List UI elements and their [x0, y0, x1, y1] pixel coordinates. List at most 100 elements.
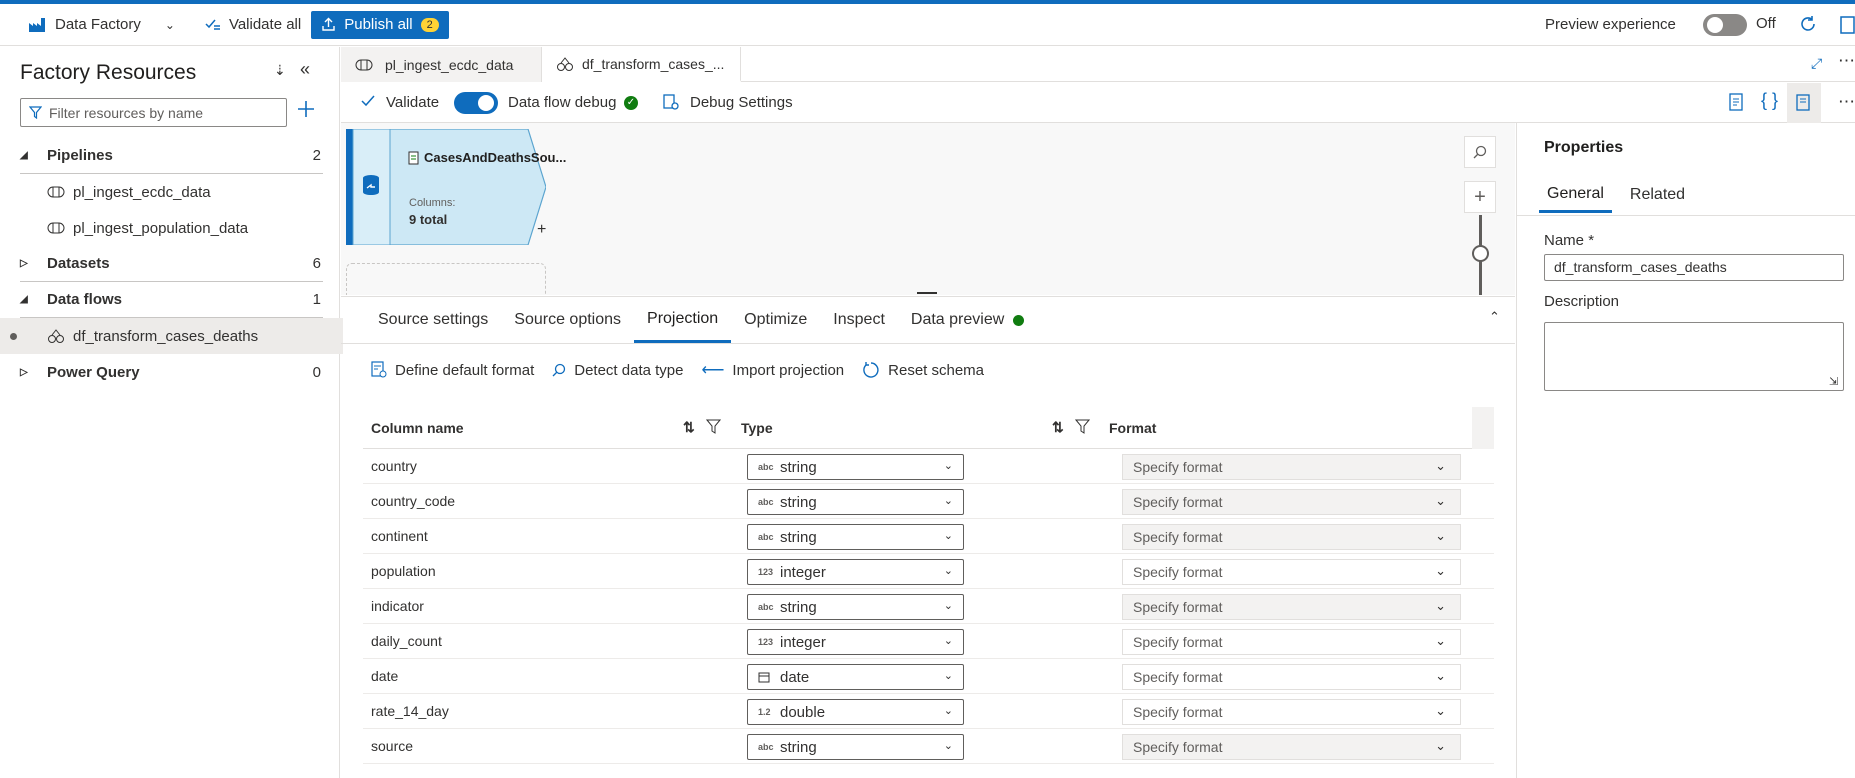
- node-type-icon: [408, 151, 419, 165]
- properties-pane-icon[interactable]: [1787, 83, 1821, 123]
- clipboard-icon[interactable]: [1840, 14, 1855, 34]
- name-label: Name *: [1544, 232, 1594, 249]
- preview-experience-toggle[interactable]: [1703, 14, 1747, 36]
- dataflow-label: df_transform_cases_deaths: [73, 327, 259, 345]
- upload-icon: [321, 17, 336, 32]
- format-dropdown[interactable]: Specify format ⌄: [1122, 699, 1461, 725]
- dataflow-canvas[interactable]: CasesAndDeathsSou... Columns: 9 total + …: [341, 123, 1515, 295]
- name-input[interactable]: df_transform_cases_deaths: [1544, 254, 1844, 281]
- format-dropdown: Specify format ⌄: [1122, 454, 1461, 480]
- tab-data-preview[interactable]: Data preview: [898, 297, 1037, 343]
- pipeline-icon: [47, 186, 65, 198]
- reset-schema-button[interactable]: Reset schema: [862, 361, 984, 379]
- resource-tree: ◢ Pipelines 2 pl_ingest_ecdc_data pl_ing…: [0, 138, 343, 390]
- add-resource-icon[interactable]: [296, 99, 316, 119]
- format-dropdown[interactable]: Specify format ⌄: [1122, 629, 1461, 655]
- column-name-cell: population: [371, 563, 436, 579]
- required-asterisk: *: [1588, 232, 1595, 249]
- publish-all-button[interactable]: Publish all 2: [311, 10, 449, 39]
- tree-group-pipelines[interactable]: ◢ Pipelines 2: [20, 138, 323, 174]
- chevron-down-icon: ⌄: [1435, 668, 1446, 683]
- debug-settings-button[interactable]: Debug Settings: [690, 94, 793, 111]
- canvas-splitter-handle[interactable]: [917, 292, 937, 294]
- tab-related[interactable]: Related: [1622, 177, 1693, 213]
- type-dropdown[interactable]: abc string ⌄: [747, 524, 964, 550]
- type-value: string: [780, 598, 817, 616]
- type-dropdown[interactable]: 123 integer ⌄: [747, 559, 964, 585]
- chevron-down-icon: ⌄: [943, 565, 953, 577]
- collapse-panel-icon[interactable]: ⌃: [1489, 309, 1500, 325]
- zoom-slider-thumb[interactable]: [1472, 245, 1489, 262]
- type-dropdown[interactable]: abc string ⌄: [747, 489, 964, 515]
- refresh-icon[interactable]: [1798, 14, 1818, 34]
- type-dropdown[interactable]: abc string ⌄: [747, 454, 964, 480]
- caret-expanded-icon: ◢: [20, 150, 28, 161]
- type-dropdown[interactable]: 123 integer ⌄: [747, 629, 964, 655]
- maximize-icon[interactable]: ⤢: [1811, 55, 1822, 72]
- type-dropdown[interactable]: date ⌄: [747, 664, 964, 690]
- tree-group-dataflows[interactable]: ◢ Data flows 1: [20, 282, 323, 318]
- tab-source-options[interactable]: Source options: [501, 297, 634, 343]
- tree-group-datasets[interactable]: ▷ Datasets 6: [20, 246, 323, 282]
- type-value: integer: [780, 563, 826, 581]
- tree-item-dataflow[interactable]: df_transform_cases_deaths: [0, 318, 343, 354]
- filter-placeholder: Filter resources by name: [49, 104, 204, 121]
- chevron-down-icon: ⌄: [1435, 528, 1446, 543]
- filter-resources-input[interactable]: Filter resources by name: [20, 98, 287, 127]
- tab-pl-ingest-ecdc-data[interactable]: pl_ingest_ecdc_data: [341, 47, 542, 82]
- tab-df-transform-cases[interactable]: df_transform_cases_...: [542, 47, 741, 82]
- tree-item-pipeline[interactable]: pl_ingest_population_data: [20, 210, 323, 246]
- detect-data-type-button[interactable]: Detect data type: [552, 362, 683, 379]
- sort-icon[interactable]: ⇅: [1052, 419, 1064, 436]
- source-node[interactable]: CasesAndDeathsSou... Columns: 9 total +: [346, 129, 566, 245]
- collapse-panel-icon[interactable]: «: [300, 59, 310, 80]
- define-default-format-button[interactable]: Define default format: [371, 361, 534, 379]
- dataflow-icon: [47, 328, 65, 344]
- sort-icon[interactable]: ⇅: [683, 419, 695, 436]
- tab-inspect[interactable]: Inspect: [820, 297, 898, 343]
- resize-grip-icon[interactable]: ⇲: [1829, 375, 1838, 388]
- tab-source-settings[interactable]: Source settings: [365, 297, 501, 343]
- format-dropdown[interactable]: Specify format ⌄: [1122, 664, 1461, 690]
- code-braces-icon[interactable]: { }: [1761, 90, 1778, 111]
- column-name-cell: country_code: [371, 493, 456, 509]
- chevron-down-icon[interactable]: ⌄: [165, 18, 175, 32]
- tab-optimize[interactable]: Optimize: [731, 297, 820, 343]
- tab-label: Data preview: [910, 311, 1005, 328]
- more-icon[interactable]: ⋯: [1838, 92, 1855, 112]
- panel-title: Factory Resources: [20, 61, 197, 84]
- type-value: string: [780, 493, 817, 511]
- format-header: Format: [1109, 419, 1157, 436]
- filter-icon[interactable]: [706, 419, 721, 434]
- canvas-search-button[interactable]: [1464, 136, 1496, 168]
- placeholder-node-outline: [346, 263, 546, 295]
- pipeline-icon: [47, 222, 65, 234]
- import-projection-button[interactable]: ⟵ Import projection: [701, 360, 844, 380]
- filter-icon[interactable]: [1075, 419, 1090, 434]
- tab-general[interactable]: General: [1539, 177, 1612, 213]
- script-icon[interactable]: [1727, 92, 1745, 112]
- tab-projection[interactable]: Projection: [634, 297, 732, 343]
- grid-header: Column name ⇅ Type ⇅ Format: [363, 407, 1494, 449]
- format-dropdown[interactable]: Specify format ⌄: [1122, 559, 1461, 585]
- description-textarea[interactable]: [1544, 322, 1844, 391]
- type-dropdown[interactable]: abc string ⌄: [747, 734, 964, 760]
- node-columns-label: Columns:: [409, 197, 456, 209]
- validate-button[interactable]: Validate: [386, 94, 439, 111]
- zoom-in-button[interactable]: +: [1464, 181, 1496, 213]
- tree-group-power-query[interactable]: ▷ Power Query 0: [20, 354, 323, 390]
- data-flow-debug-toggle[interactable]: [454, 92, 498, 114]
- data-factory-menu[interactable]: Data Factory ⌄: [28, 10, 175, 40]
- more-icon[interactable]: ⋯: [1838, 51, 1855, 71]
- add-transform-icon[interactable]: +: [537, 221, 546, 239]
- validate-all-button[interactable]: Validate all: [205, 10, 301, 40]
- tree-item-pipeline[interactable]: pl_ingest_ecdc_data: [20, 174, 323, 210]
- type-dropdown[interactable]: abc string ⌄: [747, 594, 964, 620]
- type-value: integer: [780, 633, 826, 651]
- type-dropdown[interactable]: 1.2 double ⌄: [747, 699, 964, 725]
- collapse-all-icon[interactable]: ⇣: [274, 62, 286, 79]
- properties-panel: Properties General Related Name * df_tra…: [1516, 123, 1855, 778]
- validate-all-label: Validate all: [228, 16, 302, 33]
- chevron-down-icon: ⌄: [1435, 493, 1446, 508]
- caret-collapsed-icon: ▷: [20, 258, 28, 269]
